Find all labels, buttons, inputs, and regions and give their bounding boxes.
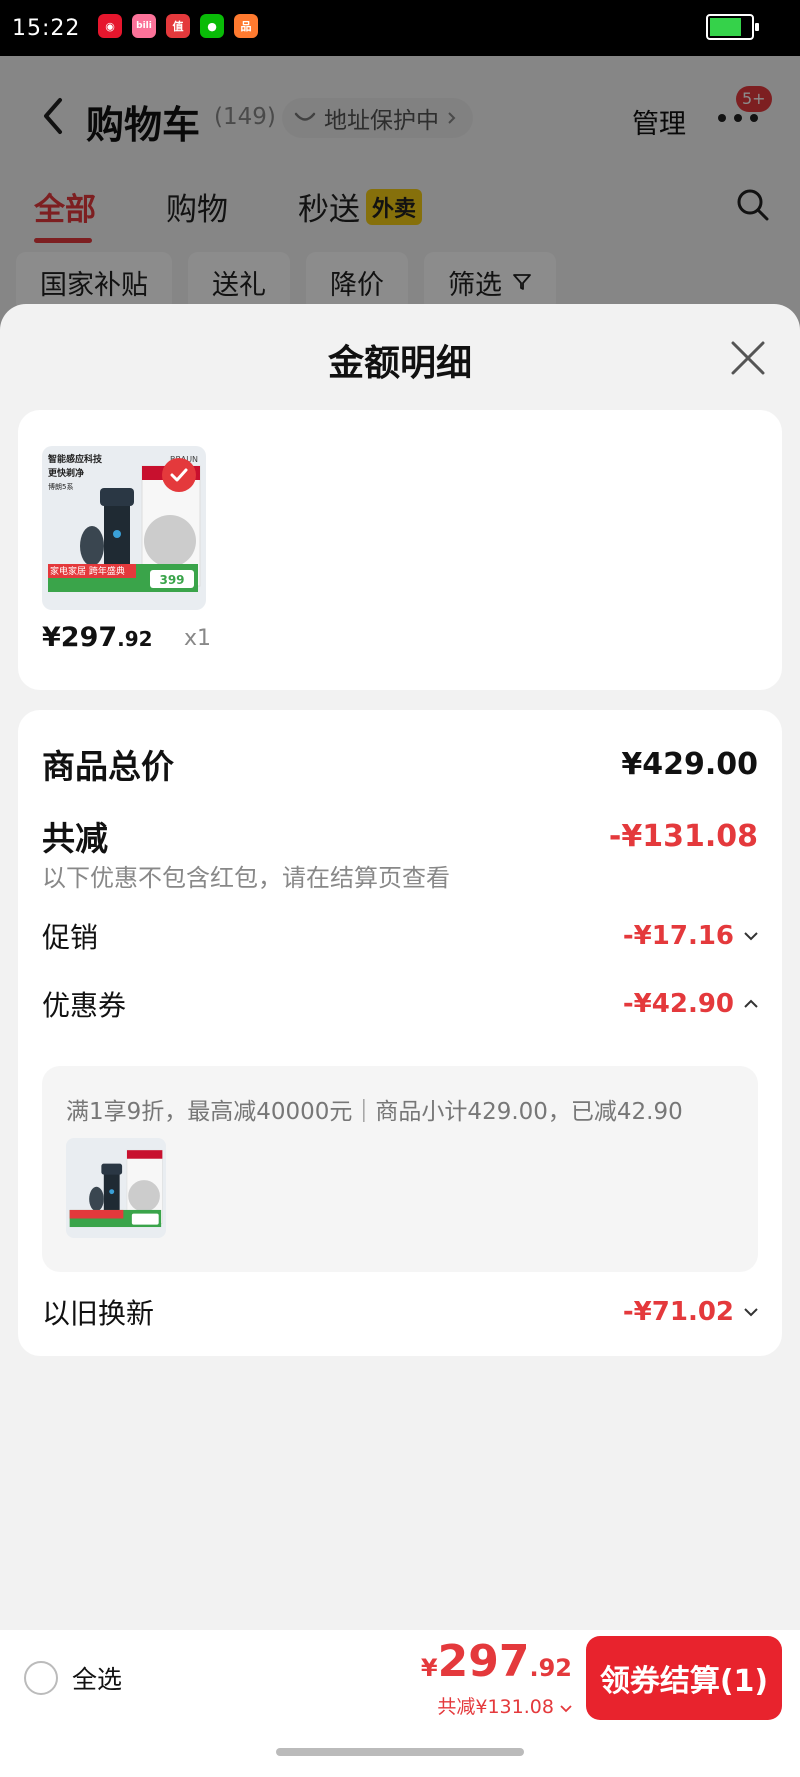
breakdown-card: 商品总价 ¥429.00 共减 -¥131.08 以下优惠不包含红包，请在结算页… — [18, 710, 782, 1356]
close-icon[interactable] — [730, 340, 766, 376]
promo-label: 促销 — [42, 921, 99, 954]
zhi-icon: 值 — [166, 14, 190, 38]
bilibili-icon: bili — [132, 14, 156, 38]
product-image-text-2: 更快剃净 — [48, 467, 84, 479]
reduced-label: 共减 — [42, 819, 108, 858]
total-saved: 共减¥131.08 — [421, 1694, 572, 1720]
chevron-down-icon — [744, 932, 758, 941]
coupon-detail-text: 满1享9折，最高减40000元｜商品小计429.00，已减42.90 — [66, 1099, 683, 1125]
chevron-down-icon — [744, 1308, 758, 1317]
tradein-value: -¥71.02 — [622, 1297, 734, 1327]
coupon-detail-box: 满1享9折，最高减40000元｜商品小计429.00，已减42.90 — [42, 1066, 758, 1272]
coupon-product-thumbnail[interactable] — [66, 1138, 166, 1238]
select-all-radio[interactable] — [24, 1661, 58, 1695]
app-icon: 品 — [234, 14, 258, 38]
discount-note: 以下优惠不包含红包，请在结算页查看 — [42, 864, 450, 892]
total-label: 商品总价 — [42, 747, 174, 786]
select-all-toggle[interactable]: 全选 — [24, 1660, 122, 1696]
checked-icon — [162, 458, 196, 492]
select-all-label: 全选 — [72, 1665, 123, 1694]
checkout-bar: 全选 ¥297.92 共减¥131.08 领券结算(1) — [0, 1630, 800, 1777]
product-price-decimal: .92 — [117, 627, 153, 651]
tradein-label: 以旧换新 — [42, 1297, 155, 1330]
product-quantity: x1 — [184, 626, 212, 651]
battery-icon — [706, 14, 759, 40]
chevron-down-icon — [560, 1705, 572, 1713]
promo-row[interactable]: 促销 -¥17.16 — [42, 916, 758, 956]
weibo-icon: ◉ — [98, 14, 122, 38]
total-row: 商品总价 ¥429.00 — [42, 740, 758, 788]
chevron-up-icon — [744, 999, 758, 1008]
tradein-row[interactable]: 以旧换新 -¥71.02 — [42, 1292, 758, 1332]
total-currency: ¥ — [420, 1654, 438, 1682]
wechat-icon: ● — [200, 14, 224, 38]
promo-value-group: -¥17.16 — [623, 921, 758, 951]
product-price-int: ¥297 — [42, 622, 118, 653]
total-price-int: 297 — [437, 1636, 530, 1687]
product-price: ¥297.92 — [42, 622, 153, 653]
product-card: 399 家电家居 跨年盛典 智能感应科技 更快剃净 博朗5系 BRAUN ¥29… — [18, 410, 782, 690]
tradein-value-group: -¥71.02 — [623, 1297, 758, 1327]
sheet-title: 金额明细 — [327, 343, 472, 384]
coupon-value-group: -¥42.90 — [623, 989, 758, 1019]
coupon-label: 优惠券 — [42, 989, 127, 1022]
notification-icons: ◉ bili 值 ● 品 — [98, 14, 258, 38]
product-image-text-1: 智能感应科技 — [48, 453, 103, 465]
product-image-promo: 家电家居 跨年盛典 — [50, 565, 125, 577]
home-indicator — [276, 1748, 524, 1756]
coupon-row[interactable]: 优惠券 -¥42.90 — [42, 984, 758, 1024]
status-time: 15:22 — [12, 16, 81, 41]
status-bar: 15:22 ◉ bili 值 ● 品 — [0, 0, 800, 56]
coupon-value: -¥42.90 — [622, 989, 734, 1019]
amount-detail-sheet: 金额明细 399 家电家居 跨年盛典 智能感应科技 更快剃净 博朗5系 ¥297… — [0, 304, 800, 1630]
total-price-decimal: .92 — [529, 1654, 572, 1682]
product-image-price: 399 — [159, 573, 184, 587]
total-saved-text: 共减¥131.08 — [437, 1696, 554, 1718]
reduced-row: 共减 -¥131.08 — [42, 812, 758, 860]
product-image-text-3: 博朗5系 — [48, 482, 73, 491]
product-image[interactable]: 399 家电家居 跨年盛典 智能感应科技 更快剃净 博朗5系 BRAUN — [42, 446, 206, 610]
total-price: ¥297.92 — [421, 1636, 572, 1694]
total-summary[interactable]: ¥297.92 共减¥131.08 — [421, 1636, 572, 1720]
total-value: ¥429.00 — [621, 746, 758, 782]
reduced-value: -¥131.08 — [608, 818, 758, 854]
checkout-button[interactable]: 领券结算(1) — [586, 1636, 782, 1720]
promo-value: -¥17.16 — [622, 921, 734, 951]
